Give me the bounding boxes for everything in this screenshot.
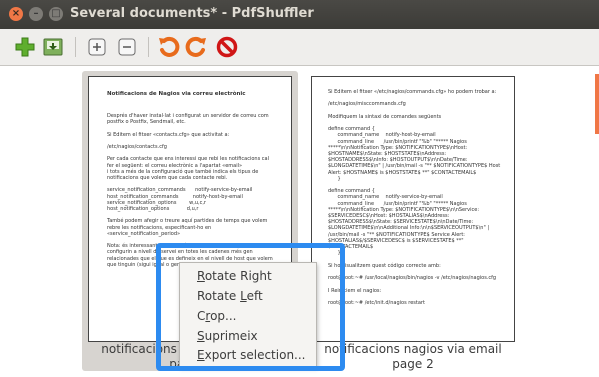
minimize-window-button[interactable]: – xyxy=(29,7,43,21)
toolbar-separator xyxy=(75,37,76,57)
title-bar: × – □ Several documents* - PdfShuffler xyxy=(0,0,599,29)
rotate-left-button[interactable] xyxy=(155,34,181,60)
export-button[interactable] xyxy=(40,34,66,60)
close-window-button[interactable]: × xyxy=(9,7,23,21)
rotate-right-icon xyxy=(185,36,206,57)
page-heading: Notificacions de Nagios via correu elect… xyxy=(107,91,246,97)
delete-icon xyxy=(216,36,238,58)
maximize-window-button[interactable]: □ xyxy=(49,7,63,21)
zoom-in-button[interactable] xyxy=(84,34,110,60)
zoom-in-icon xyxy=(88,38,106,56)
window-title: Several documents* - PdfShuffler xyxy=(70,6,314,21)
page-body-text: Si Editem el fitxer «/etc/nagios/command… xyxy=(328,89,501,306)
zoom-out-icon xyxy=(118,38,136,56)
toolbar xyxy=(0,29,599,66)
rotate-left-icon xyxy=(159,36,180,57)
add-icon xyxy=(15,37,35,57)
delete-button[interactable] xyxy=(214,34,240,60)
highlight-box xyxy=(156,243,345,371)
add-button[interactable] xyxy=(12,34,38,60)
toolbar-separator xyxy=(148,37,149,57)
export-icon xyxy=(43,38,63,56)
scroll-indicator[interactable] xyxy=(595,74,599,134)
rotate-right-button[interactable] xyxy=(184,34,210,60)
zoom-out-button[interactable] xyxy=(114,34,140,60)
